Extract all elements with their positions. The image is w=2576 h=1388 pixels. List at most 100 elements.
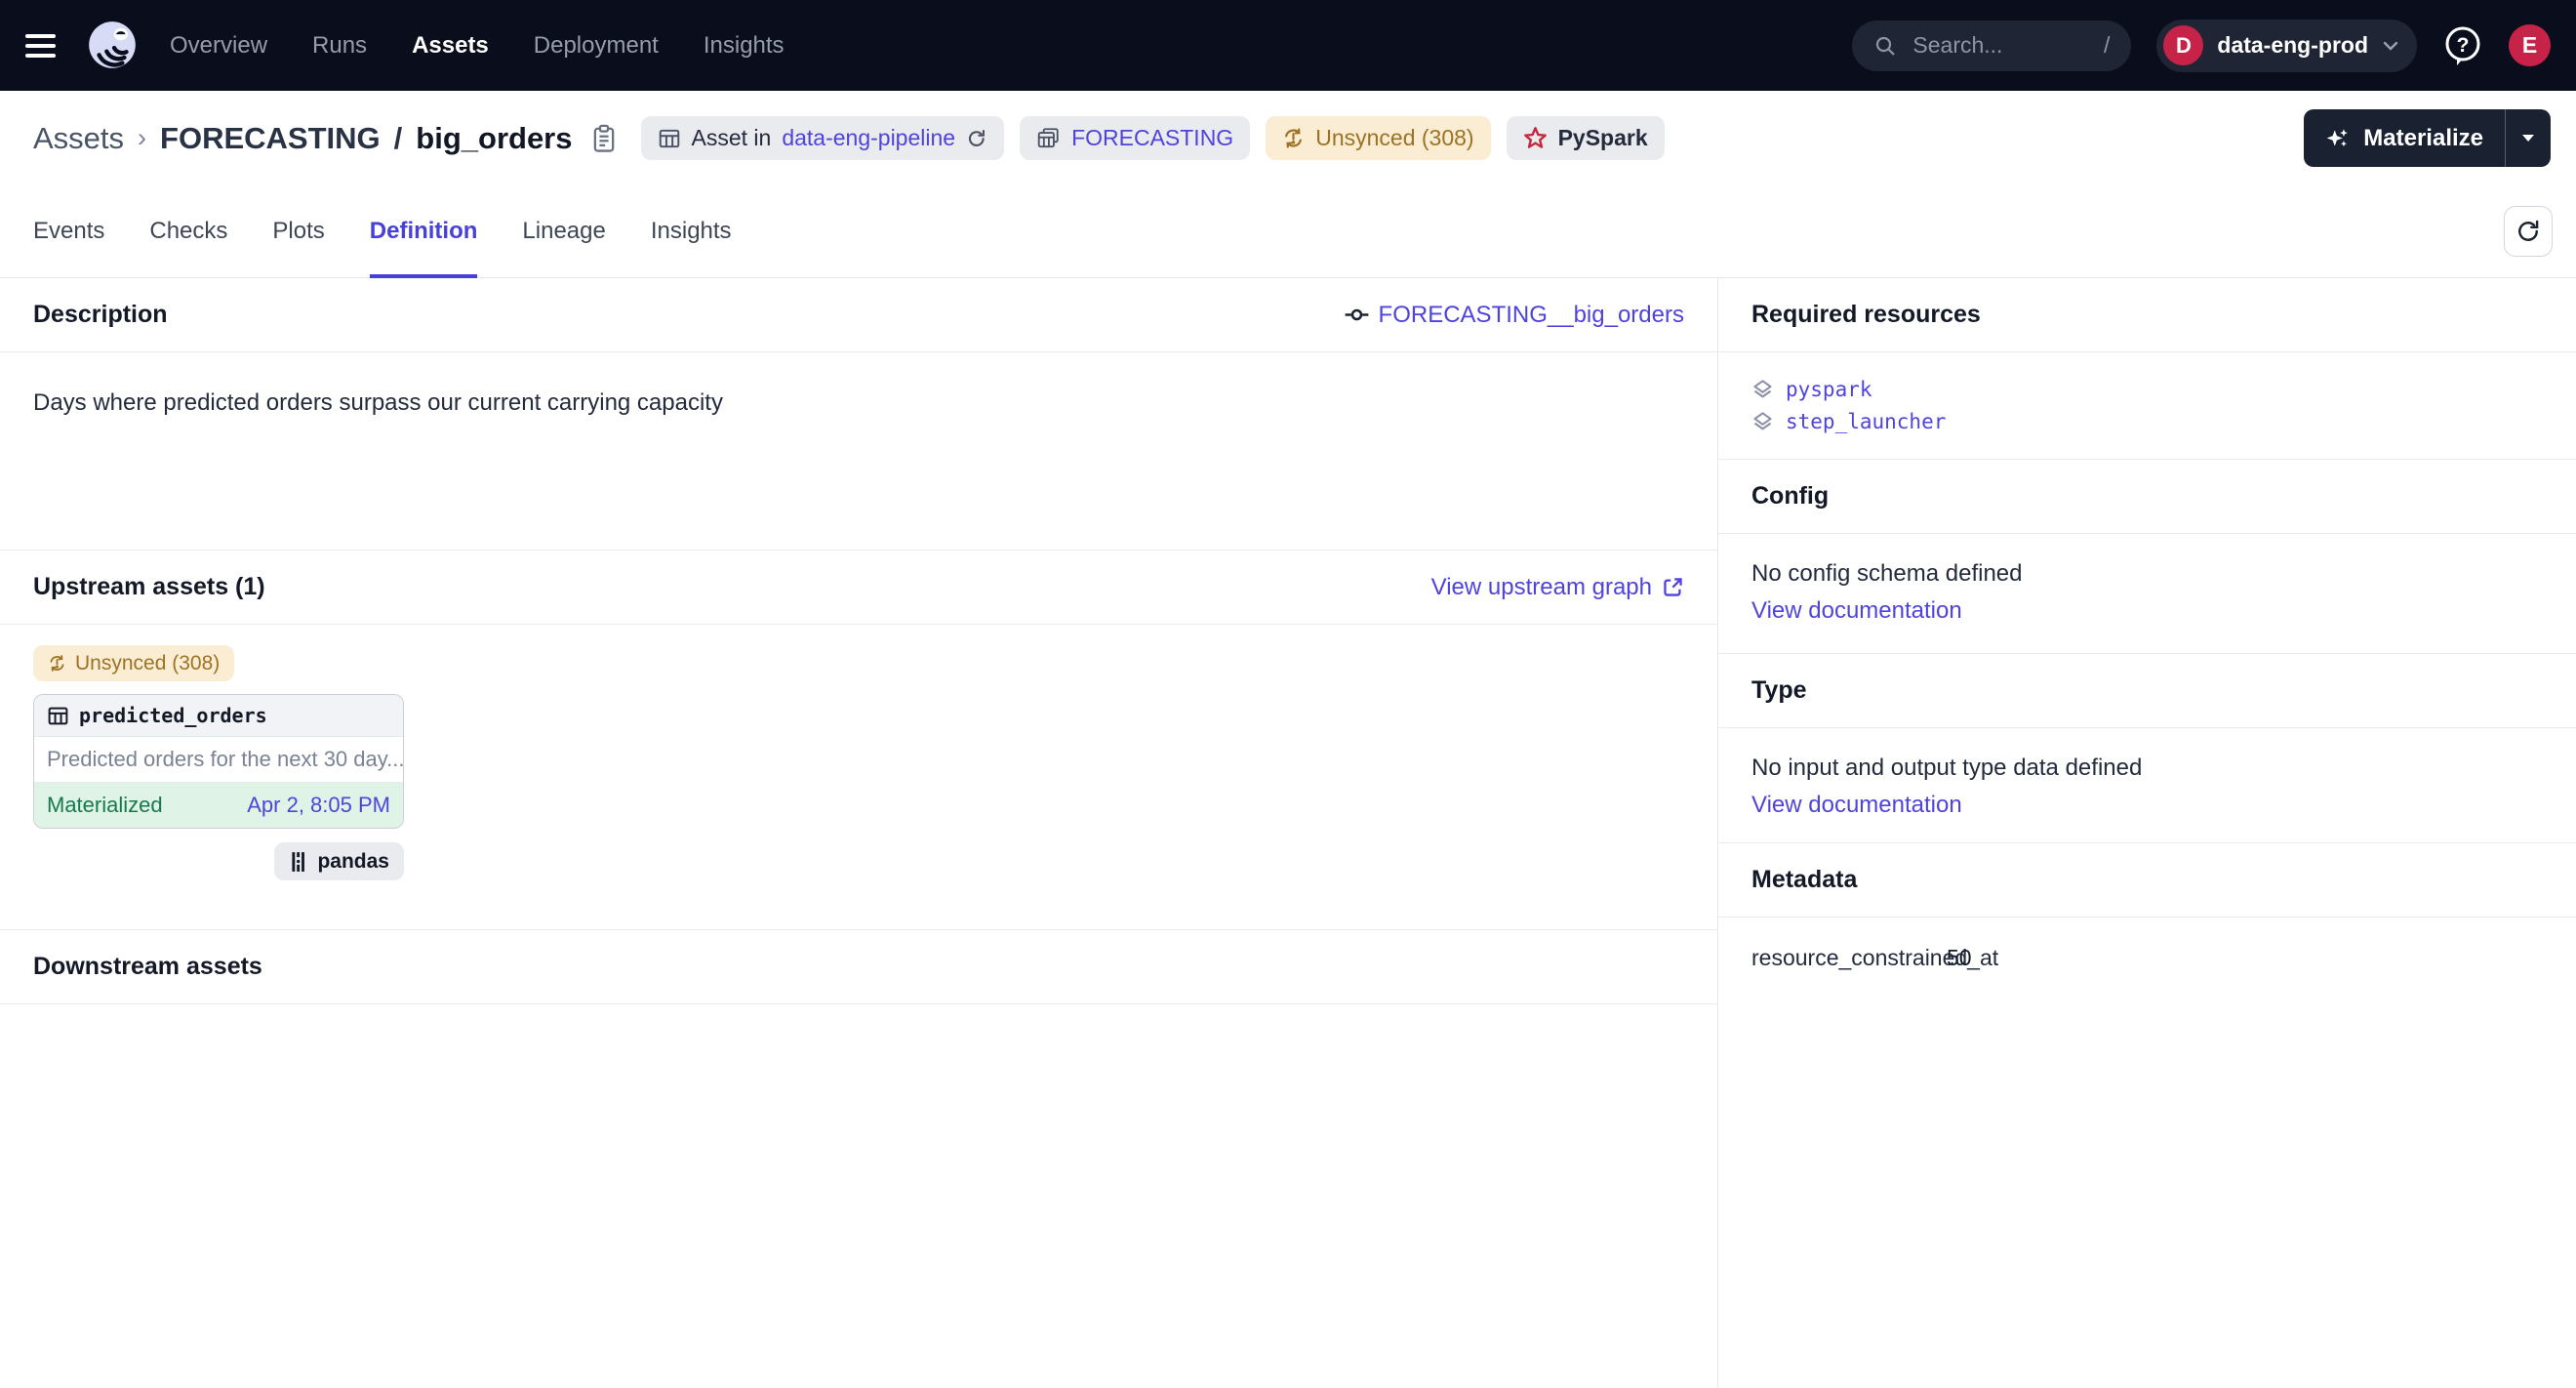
asset-tabs: Events Checks Plots Definition Lineage I… [0, 185, 2576, 278]
deployment-name: data-eng-prod [2217, 32, 2368, 59]
tab-insights[interactable]: Insights [651, 185, 732, 277]
breadcrumb-chevron: › [138, 123, 146, 153]
config-section-header: Config [1718, 460, 2576, 534]
copy-asset-name-button[interactable] [590, 123, 618, 154]
pandas-tag-label: pandas [317, 850, 389, 874]
tab-events[interactable]: Events [33, 185, 104, 277]
upstream-section-header: Upstream assets (1) View upstream graph [0, 551, 1717, 625]
search-icon [1873, 34, 1897, 58]
group-name-link[interactable]: FORECASTING [1071, 125, 1233, 151]
required-resources-title: Required resources [1751, 301, 1981, 329]
external-link-icon [1662, 576, 1684, 598]
resource-link-step-launcher[interactable]: step_launcher [1751, 410, 2543, 433]
layers-icon [1751, 379, 1774, 401]
asset-in-label: Asset in [692, 125, 772, 151]
required-resources-list: pyspark step_launcher [1718, 352, 2576, 460]
metadata-title: Metadata [1751, 866, 1857, 894]
materialized-status-label: Materialized [47, 793, 163, 818]
nav-item-overview[interactable]: Overview [170, 32, 267, 60]
clipboard-icon [590, 123, 618, 154]
user-avatar[interactable]: E [2509, 24, 2551, 66]
tab-lineage[interactable]: Lineage [522, 185, 605, 277]
tab-checks[interactable]: Checks [149, 185, 227, 277]
asset-group-badge[interactable]: FORECASTING [1020, 116, 1250, 160]
help-icon[interactable]: ? [2442, 24, 2483, 67]
materialize-split-button: Materialize [2304, 109, 2551, 167]
search-input[interactable] [1911, 31, 2090, 60]
table-icon [47, 705, 69, 727]
config-doc-link[interactable]: View documentation [1751, 597, 2543, 625]
tab-definition[interactable]: Definition [370, 185, 478, 277]
unsynced-status-badge[interactable]: Unsynced (308) [1266, 116, 1490, 160]
caret-down-icon [2521, 134, 2535, 143]
pandas-kind-tag[interactable]: pandas [274, 842, 404, 880]
resource-link-pyspark[interactable]: pyspark [1751, 378, 2543, 401]
asset-card-status-row: Materialized Apr 2, 8:05 PM [34, 783, 403, 828]
top-nav: Overview Runs Assets Deployment Insights… [0, 0, 2576, 91]
upstream-unsynced-badge[interactable]: Unsynced (308) [33, 645, 234, 681]
deployment-initial-badge: D [2163, 25, 2203, 65]
type-doc-link[interactable]: View documentation [1751, 792, 2543, 819]
nav-item-runs[interactable]: Runs [312, 32, 367, 60]
sparkle-icon [2325, 126, 2351, 151]
metadata-key: resource_constrained_at [1751, 945, 1947, 971]
downstream-section-header: Downstream assets [0, 930, 1717, 1004]
description-title: Description [33, 301, 168, 329]
search-shortcut-hint: / [2104, 32, 2110, 59]
nav-item-deployment[interactable]: Deployment [534, 32, 659, 60]
primary-nav: Overview Runs Assets Deployment Insights [170, 32, 785, 60]
asset-description-text: Days where predicted orders surpass our … [0, 352, 1717, 551]
spark-star-icon [1523, 126, 1548, 150]
nav-item-assets[interactable]: Assets [412, 32, 489, 60]
materialization-timestamp-link[interactable]: Apr 2, 8:05 PM [247, 793, 390, 818]
pandas-icon [289, 851, 308, 873]
upstream-unsynced-label: Unsynced (308) [75, 652, 220, 675]
job-name-link[interactable]: data-eng-pipeline [782, 125, 955, 151]
metadata-section-header: Metadata [1718, 843, 2576, 918]
config-title: Config [1751, 482, 1829, 510]
upstream-assets-content: Unsynced (308) predicted_orders Predicte… [0, 625, 1717, 930]
chevron-down-icon [2382, 40, 2399, 52]
metadata-value: 50 [1947, 945, 1972, 971]
dagster-logo[interactable] [84, 18, 141, 74]
svg-text:?: ? [2457, 34, 2470, 57]
type-empty-text: No input and output type data defined [1751, 755, 2543, 782]
refresh-icon[interactable] [966, 128, 987, 149]
compute-kind-label: PySpark [1558, 125, 1648, 151]
required-resources-header: Required resources [1718, 278, 2576, 352]
deployment-switcher[interactable]: D data-eng-prod [2156, 20, 2417, 72]
nav-item-insights[interactable]: Insights [704, 32, 785, 60]
menu-icon[interactable] [25, 24, 68, 67]
search-box[interactable]: / [1852, 20, 2131, 71]
job-definition-link[interactable]: FORECASTING__big_orders [1345, 302, 1684, 329]
upstream-graph-label: View upstream graph [1431, 574, 1652, 601]
materialize-options-button[interactable] [2506, 109, 2551, 167]
breadcrumb: Assets › FORECASTING / big_orders [33, 121, 573, 156]
breadcrumb-assets[interactable]: Assets [33, 121, 124, 156]
compute-kind-badge[interactable]: PySpark [1507, 116, 1665, 160]
resource-name: step_launcher [1786, 410, 1946, 433]
definition-sidebar: Required resources pyspark step_launcher [1717, 278, 2576, 1388]
materialize-button[interactable]: Materialize [2304, 109, 2505, 167]
asset-badges: Asset in data-eng-pipeline FORECASTING [641, 116, 1665, 160]
refresh-icon [2515, 218, 2542, 245]
layers-icon [1751, 411, 1774, 433]
resource-name: pyspark [1786, 378, 1872, 401]
unsynced-label: Unsynced (308) [1315, 125, 1473, 151]
view-upstream-graph-link[interactable]: View upstream graph [1431, 574, 1684, 601]
asset-in-job-badge: Asset in data-eng-pipeline [641, 116, 1005, 160]
breadcrumb-separator: / [394, 121, 403, 156]
config-empty-text: No config schema defined [1751, 560, 2543, 588]
job-icon [1345, 303, 1369, 327]
metadata-row: resource_constrained_at 50 [1718, 918, 2576, 999]
job-link-label: FORECASTING__big_orders [1379, 302, 1684, 329]
table-icon [658, 127, 681, 150]
upstream-asset-card[interactable]: predicted_orders Predicted orders for th… [33, 694, 404, 829]
type-title: Type [1751, 676, 1807, 705]
description-section-header: Description FORECASTING__big_orders [0, 278, 1717, 352]
tab-plots[interactable]: Plots [272, 185, 324, 277]
refresh-page-button[interactable] [2504, 206, 2553, 257]
materialize-label: Materialize [2363, 125, 2483, 152]
asset-card-name: predicted_orders [79, 704, 267, 727]
breadcrumb-group[interactable]: FORECASTING [160, 121, 381, 156]
